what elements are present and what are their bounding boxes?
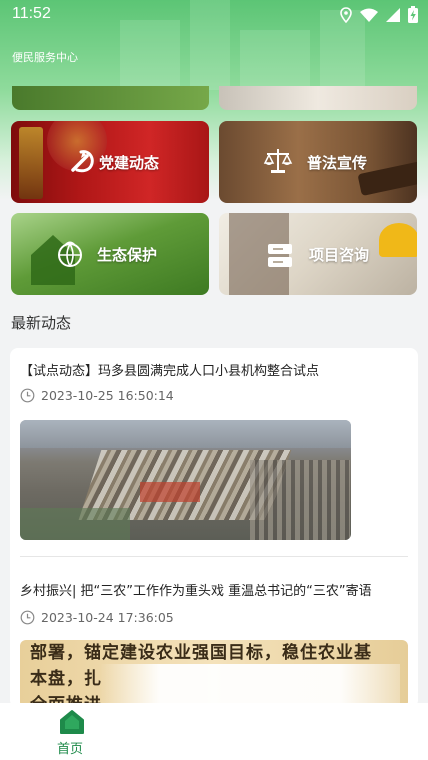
news-timestamp: 2023-10-24 17:36:05 xyxy=(41,610,174,625)
news-timestamp: 2023-10-25 16:50:14 xyxy=(41,388,174,403)
tab-home-label: 首页 xyxy=(57,742,84,757)
image-ground xyxy=(20,508,130,540)
tile-label: 普法宣传 xyxy=(307,154,368,172)
tile-label: 生态保护 xyxy=(97,246,158,264)
tile-law-promotion[interactable]: 普法宣传 xyxy=(219,121,417,203)
news-title[interactable]: 乡村振兴| 把“三农”工作作为重头戏 重温总书记的“三农”寄语 xyxy=(20,580,372,599)
battery-charging-icon xyxy=(408,6,418,23)
status-bar: 11:52 xyxy=(0,0,428,30)
image-buildings xyxy=(250,460,350,540)
scales-of-justice-icon xyxy=(263,149,293,173)
partial-banner-card[interactable] xyxy=(219,86,417,110)
news-image-aerial-town[interactable] xyxy=(20,420,351,540)
clock-icon xyxy=(20,610,35,625)
news-title[interactable]: 【试点动态】玛多县圆满完成人口小县机构整合试点 xyxy=(20,360,319,379)
tile-label: 党建动态 xyxy=(99,154,160,172)
tile-eco-protection[interactable]: 生态保护 xyxy=(11,213,209,295)
globe-leaf-icon xyxy=(58,241,82,267)
image-text-line: 部署，锚定建设农业强国目标，稳住农业基 xyxy=(30,643,372,663)
image-fade-overlay xyxy=(100,664,400,708)
tile-decoration xyxy=(379,223,417,257)
clock-icon xyxy=(20,388,35,403)
tile-decoration xyxy=(19,127,43,199)
partial-banner-card[interactable] xyxy=(12,86,209,110)
app-title: 便民服务中心 xyxy=(12,51,78,64)
tab-home[interactable]: 首页 xyxy=(50,707,94,759)
news-list: 【试点动态】玛多县圆满完成人口小县机构整合试点 2023-10-25 16:50… xyxy=(10,348,418,708)
home-icon xyxy=(60,710,84,734)
wifi-icon xyxy=(360,8,378,22)
news-image-text-banner[interactable]: 部署，锚定建设农业强国目标，稳住农业基 本盘，扎 全面推进 xyxy=(20,640,408,708)
tile-project-consulting[interactable]: 项目咨询 xyxy=(219,213,417,295)
server-stack-icon xyxy=(268,244,292,267)
latest-news-heading: 最新动态 xyxy=(11,314,72,332)
tile-party-building[interactable]: 党建动态 xyxy=(11,121,209,203)
location-icon xyxy=(340,6,352,23)
image-rooftops xyxy=(140,482,200,502)
party-emblem-icon xyxy=(71,150,94,173)
bottom-tab-bar: 首页 xyxy=(0,703,428,760)
signal-icon xyxy=(386,7,400,22)
image-sky xyxy=(20,420,351,448)
status-time: 11:52 xyxy=(12,5,51,22)
tile-label: 项目咨询 xyxy=(309,246,370,264)
header-decoration xyxy=(120,20,180,90)
news-divider xyxy=(20,556,408,557)
header-decoration xyxy=(240,30,310,90)
